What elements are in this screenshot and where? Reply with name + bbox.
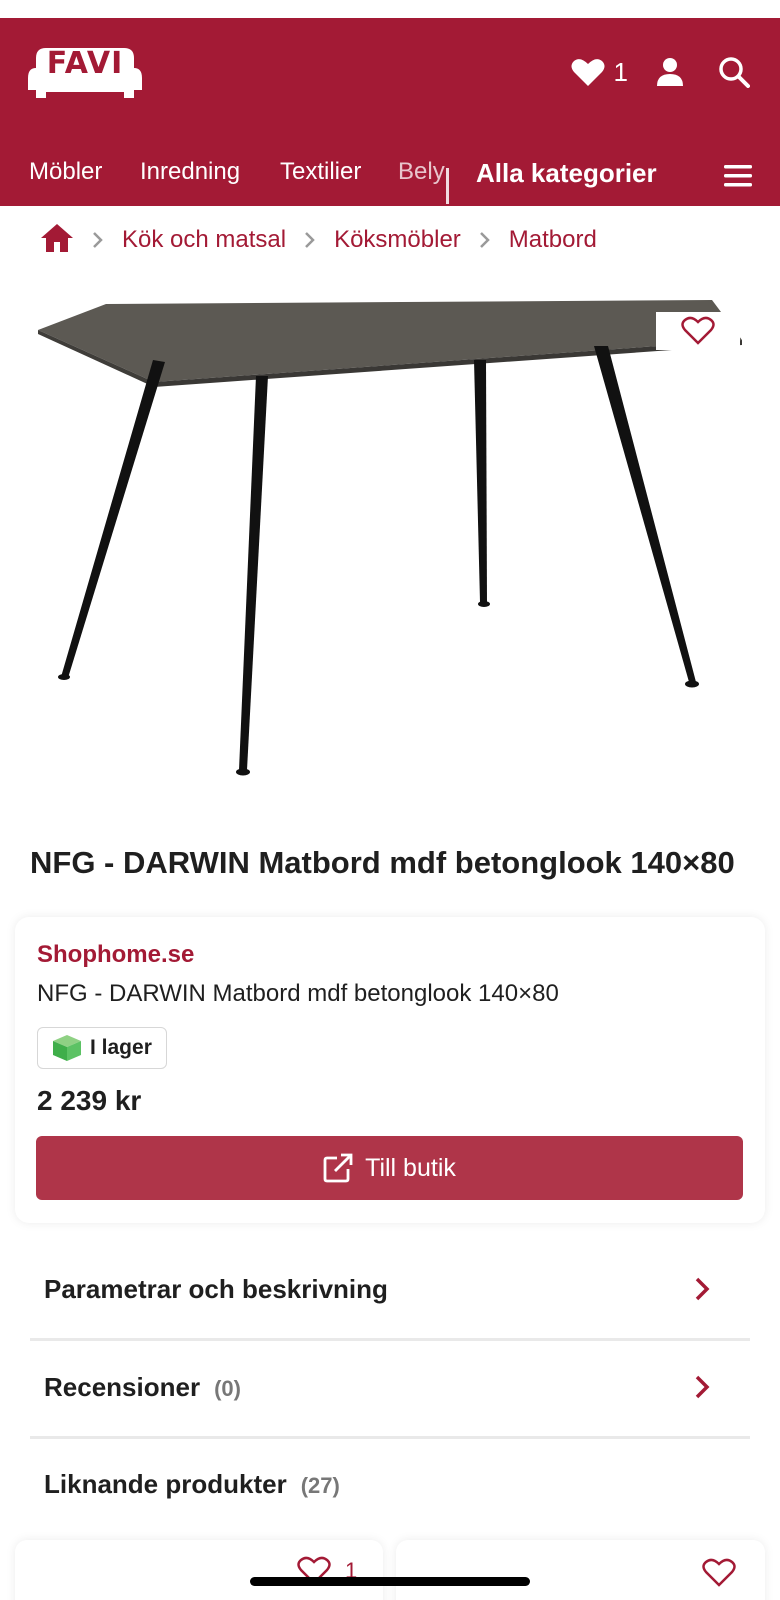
site-header: FAVI 1 Möbler Inredning Textilier Bely A… xyxy=(0,18,780,206)
breadcrumb: Kök och matsal Köksmöbler Matbord xyxy=(40,218,597,262)
heart-outline-icon[interactable] xyxy=(702,1558,742,1588)
price: 2 239 kr xyxy=(37,1085,142,1116)
section-similar-label: Liknande produkter (27) xyxy=(44,1469,340,1500)
nav-all-categories[interactable]: Alla kategorier xyxy=(476,158,657,189)
nav-item-belysning-label: Bely xyxy=(398,158,445,185)
section-reviews-label: Recensioner (0) xyxy=(44,1372,241,1403)
shop-name[interactable]: Shophome.se xyxy=(37,941,194,969)
breadcrumb-matbord[interactable]: Matbord xyxy=(509,226,597,254)
logo-text: FAVI xyxy=(46,46,124,81)
section-parameters-label: Parametrar och beskrivning xyxy=(44,1274,388,1304)
category-nav: Möbler Inredning Textilier Bely Alla kat… xyxy=(0,144,780,204)
external-link-icon xyxy=(323,1153,353,1183)
nav-divider xyxy=(446,168,449,204)
stock-status: I lager xyxy=(90,1036,152,1059)
section-reviews[interactable]: Recensioner (0) xyxy=(30,1340,750,1436)
chevron-right-icon xyxy=(694,1374,710,1405)
chevron-right-icon xyxy=(694,1276,710,1307)
reviews-label: Recensioner xyxy=(44,1372,201,1402)
menu-icon[interactable] xyxy=(724,164,752,188)
similar-count: (27) xyxy=(300,1473,340,1498)
heart-outline-icon xyxy=(681,316,715,345)
breadcrumb-koksmobler[interactable]: Köksmöbler xyxy=(334,226,461,254)
header-actions: 1 xyxy=(570,54,752,90)
section-parameters[interactable]: Parametrar och beskrivning xyxy=(30,1242,750,1338)
heart-icon[interactable] xyxy=(570,54,606,90)
similar-product-card[interactable]: 1 xyxy=(15,1540,383,1600)
home-indicator xyxy=(250,1577,530,1586)
add-to-favorites-button[interactable] xyxy=(656,312,740,350)
box-icon xyxy=(53,1035,81,1061)
offer-title: NFG - DARWIN Matbord mdf betonglook 140×… xyxy=(37,980,559,1007)
search-icon[interactable] xyxy=(716,54,752,90)
status-bar xyxy=(0,0,780,18)
home-icon[interactable] xyxy=(40,223,74,258)
similar-label: Liknande produkter xyxy=(44,1469,287,1499)
nav-item-textilier[interactable]: Textilier xyxy=(280,158,361,186)
offer-card: Shophome.se NFG - DARWIN Matbord mdf bet… xyxy=(15,917,765,1223)
nav-item-belysning[interactable]: Bely xyxy=(398,154,446,194)
breadcrumb-kok-och-matsal[interactable]: Kök och matsal xyxy=(122,226,286,254)
product-image[interactable] xyxy=(28,290,752,800)
user-icon[interactable] xyxy=(652,54,688,90)
go-to-shop-button[interactable]: Till butik xyxy=(36,1136,743,1200)
nav-item-inredning[interactable]: Inredning xyxy=(140,158,240,186)
favorites-count[interactable]: 1 xyxy=(614,57,628,88)
chevron-right-icon xyxy=(304,231,316,249)
similar-product-card[interactable] xyxy=(396,1540,765,1600)
product-title: NFG - DARWIN Matbord mdf betonglook 140×… xyxy=(30,845,735,880)
chevron-right-icon xyxy=(92,231,104,249)
go-to-shop-label: Till butik xyxy=(365,1153,456,1182)
stock-badge: I lager xyxy=(37,1027,167,1069)
section-similar-products: Liknande produkter (27) xyxy=(30,1437,750,1533)
nav-item-mobler[interactable]: Möbler xyxy=(29,158,102,186)
chevron-right-icon xyxy=(479,231,491,249)
reviews-count: (0) xyxy=(214,1376,241,1401)
favi-logo[interactable]: FAVI xyxy=(28,44,142,100)
